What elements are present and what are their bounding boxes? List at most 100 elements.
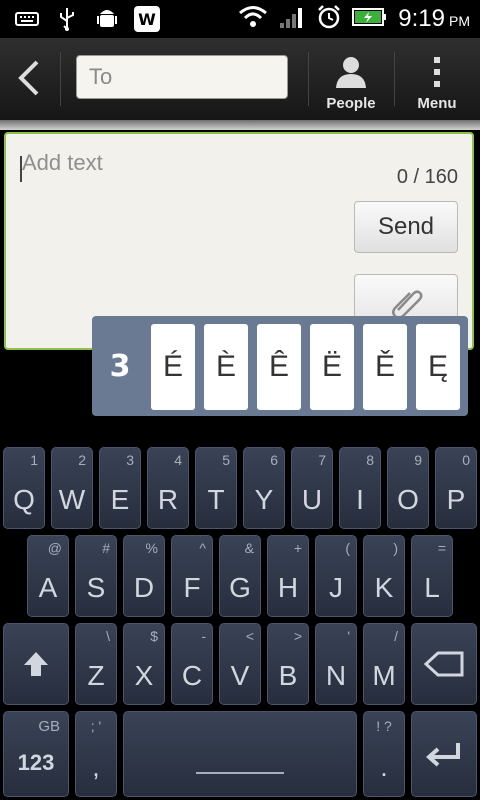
accent-key[interactable]: É xyxy=(151,324,195,410)
time-value: 9:19 xyxy=(398,5,445,32)
key-label: N xyxy=(325,660,347,691)
shift-arrow-icon xyxy=(4,624,68,704)
space-key[interactable] xyxy=(123,711,357,797)
key-label: V xyxy=(230,660,250,691)
key-m[interactable]: / M xyxy=(363,623,405,705)
key-hint: ( xyxy=(345,540,350,556)
key-a[interactable]: @ A xyxy=(27,535,69,617)
key-w[interactable]: 2W xyxy=(51,447,93,529)
wifi-icon xyxy=(238,5,268,33)
key-s[interactable]: # S xyxy=(75,535,117,617)
key-t[interactable]: 5T xyxy=(195,447,237,529)
period-label: . xyxy=(380,752,388,782)
to-field[interactable]: To xyxy=(76,55,288,99)
to-placeholder: To xyxy=(89,64,113,89)
key-label: B xyxy=(278,660,298,691)
key-label: A xyxy=(38,572,58,603)
keyboard-icon xyxy=(14,6,40,32)
key-label: C xyxy=(181,660,203,691)
key-label: H xyxy=(277,572,299,603)
numbers-key[interactable]: GB 123 xyxy=(3,711,69,797)
key-hint: 4 xyxy=(174,452,182,468)
language-label: GB xyxy=(38,718,60,735)
key-f[interactable]: ^ F xyxy=(171,535,213,617)
key-label: D xyxy=(133,572,155,603)
key-u[interactable]: 7U xyxy=(291,447,333,529)
system-icons: 9:19 PM xyxy=(238,4,470,34)
accent-key[interactable]: Ê xyxy=(257,324,301,410)
overflow-menu-icon xyxy=(432,48,442,95)
key-i[interactable]: 8I xyxy=(339,447,381,529)
key-hint: 6 xyxy=(270,452,278,468)
key-label: M xyxy=(372,660,396,691)
key-hint: / xyxy=(394,628,398,644)
key-e[interactable]: 3E xyxy=(99,447,141,529)
battery-charging-icon xyxy=(352,6,388,32)
key-hint: + xyxy=(293,540,302,556)
key-r[interactable]: 4R xyxy=(147,447,189,529)
key-hint: $ xyxy=(150,628,158,644)
shift-key[interactable] xyxy=(3,623,69,705)
key-b[interactable]: > B xyxy=(267,623,309,705)
key-hint: 3 xyxy=(126,452,134,468)
key-label: Q xyxy=(13,484,35,515)
key-hint: ' xyxy=(347,628,350,644)
key-label: G xyxy=(229,572,251,603)
key-c[interactable]: -C xyxy=(171,623,213,705)
keyboard: 1Q 2W 3E 4R 5T 6Y 7U 8I 9O 0P @ A # S % D ^… xyxy=(0,420,480,800)
accent-key[interactable]: Ë xyxy=(310,324,354,410)
accent-number-key[interactable]: 3 xyxy=(92,316,148,416)
key-h[interactable]: + H xyxy=(267,535,309,617)
key-k[interactable]: ) K xyxy=(363,535,405,617)
space-bar-line xyxy=(196,772,284,774)
key-label: P xyxy=(446,484,466,515)
key-j[interactable]: (J xyxy=(315,535,357,617)
clock-time: 9:19 PM xyxy=(398,5,470,33)
key-n[interactable]: ' N xyxy=(315,623,357,705)
key-label: E xyxy=(110,484,130,515)
key-label: S xyxy=(86,572,106,603)
action-bar: To People Menu xyxy=(0,38,480,120)
key-v[interactable]: < V xyxy=(219,623,261,705)
accent-key[interactable]: Ě xyxy=(363,324,407,410)
key-hint: & xyxy=(244,540,254,556)
key-y[interactable]: 6Y xyxy=(243,447,285,529)
comma-key[interactable]: ; ' , xyxy=(75,711,117,797)
key-z[interactable]: \ Z xyxy=(75,623,117,705)
period-key[interactable]: ! ? . xyxy=(363,711,405,797)
enter-icon xyxy=(412,712,476,796)
key-l[interactable]: = L xyxy=(411,535,453,617)
key-label: R xyxy=(157,484,179,515)
key-p[interactable]: 0P xyxy=(435,447,477,529)
key-o[interactable]: 9O xyxy=(387,447,429,529)
key-g[interactable]: & G xyxy=(219,535,261,617)
key-label: L xyxy=(424,572,440,603)
people-button[interactable]: People xyxy=(318,48,384,112)
accent-key[interactable]: È xyxy=(204,324,248,410)
key-d[interactable]: % D xyxy=(123,535,165,617)
key-q[interactable]: 1Q xyxy=(3,447,45,529)
key-label: J xyxy=(329,572,343,603)
menu-button[interactable]: Menu xyxy=(404,48,470,112)
key-x[interactable]: $ X xyxy=(123,623,165,705)
key-label: W xyxy=(58,484,86,515)
key-label: O xyxy=(397,484,419,515)
key-hint: 5 xyxy=(222,452,230,468)
signal-icon xyxy=(278,5,306,33)
key-label: Y xyxy=(254,484,274,515)
accent-key[interactable]: Ę xyxy=(416,324,460,410)
key-label: Z xyxy=(87,660,105,691)
period-hint: ! ? xyxy=(376,718,392,734)
enter-key[interactable] xyxy=(411,711,477,797)
backspace-key[interactable] xyxy=(411,623,477,705)
key-hint: 0 xyxy=(462,452,470,468)
usb-icon xyxy=(54,6,80,32)
key-hint: 9 xyxy=(414,452,422,468)
key-hint: # xyxy=(102,540,110,556)
key-label: X xyxy=(134,660,154,691)
back-button[interactable] xyxy=(12,58,44,98)
key-label: U xyxy=(301,484,323,515)
comma-label: , xyxy=(92,752,100,782)
key-hint: - xyxy=(201,628,206,644)
send-button[interactable]: Send xyxy=(354,201,458,253)
